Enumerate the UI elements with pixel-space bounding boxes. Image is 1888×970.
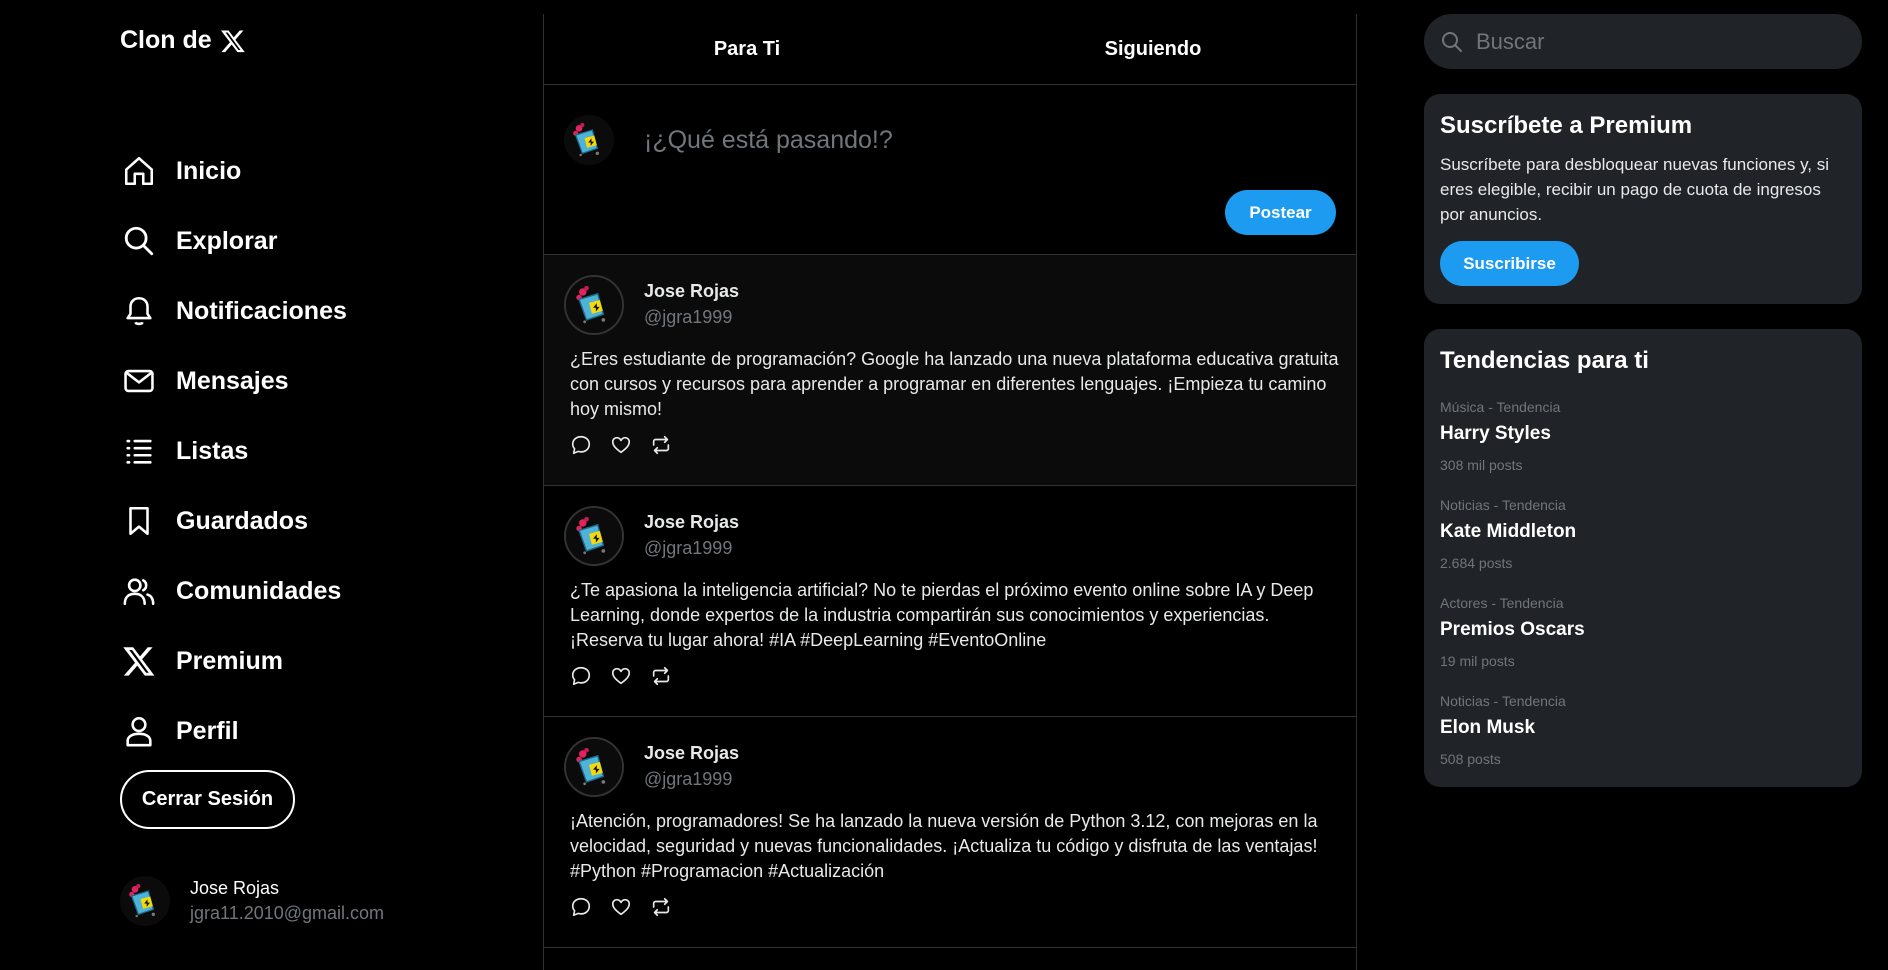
home-icon <box>120 152 158 190</box>
tweet-actions <box>570 434 672 456</box>
repost-icon[interactable] <box>650 434 672 456</box>
x-logo-icon <box>120 642 158 680</box>
avatar[interactable] <box>564 506 624 566</box>
brand-title: Clon de <box>120 26 212 54</box>
nav-item-inicio[interactable]: Inicio <box>120 136 347 206</box>
trend-count: 2.684 posts <box>1440 555 1513 571</box>
nav-label: Mensajes <box>176 366 289 395</box>
trend-count: 308 mil posts <box>1440 457 1523 473</box>
trend-category: Noticias - Tendencia <box>1440 693 1566 709</box>
trend-count: 508 posts <box>1440 751 1501 767</box>
trend-item[interactable]: Noticias - Tendencia Elon Musk 508 posts <box>1440 693 1846 767</box>
trend-name: Premios Oscars <box>1440 619 1585 640</box>
avatar <box>120 876 170 926</box>
tweet[interactable]: Jose Rojas @jgra1999 ¡Atención, programa… <box>544 717 1356 948</box>
nav-item-guardados[interactable]: Guardados <box>120 486 347 556</box>
nav-label: Guardados <box>176 506 308 535</box>
right-sidebar: Suscríbete a Premium Suscríbete para des… <box>1424 14 1862 787</box>
nav-label: Perfil <box>176 716 239 745</box>
nav-item-premium[interactable]: Premium <box>120 626 347 696</box>
tweet-text: ¿Eres estudiante de programación? Google… <box>570 349 1339 419</box>
nav-label: Explorar <box>176 226 278 255</box>
reply-icon[interactable] <box>570 896 592 918</box>
sidebar: Clon de Inicio Explorar Notificaciones M… <box>0 0 543 970</box>
user-icon <box>120 712 158 750</box>
trend-item[interactable]: Actores - Tendencia Premios Oscars 19 mi… <box>1440 595 1846 669</box>
heart-icon[interactable] <box>610 434 632 456</box>
nav-label: Listas <box>176 436 249 465</box>
list-icon <box>120 432 158 470</box>
profile-card[interactable]: Jose Rojas jgra11.2010@gmail.com <box>120 876 384 926</box>
brand[interactable]: Clon de <box>120 26 246 55</box>
timeline: Para Ti Siguiendo Postear Jose Rojas @jg… <box>543 14 1357 970</box>
trends-title: Tendencias para ti <box>1440 347 1649 374</box>
nav-item-comunidades[interactable]: Comunidades <box>120 556 347 626</box>
search-icon <box>120 222 158 260</box>
search-input[interactable] <box>1476 28 1836 55</box>
subscribe-button[interactable]: Suscribirse <box>1440 241 1579 286</box>
tweet[interactable]: Jose Rojas @jgra1999 ¿Eres estudiante de… <box>544 255 1356 486</box>
tweet-author-name[interactable]: Jose Rojas <box>644 512 739 533</box>
nav-item-notificaciones[interactable]: Notificaciones <box>120 276 347 346</box>
tweet-author-name[interactable]: Jose Rojas <box>644 281 739 302</box>
composer-input[interactable] <box>644 115 1324 165</box>
logout-button[interactable]: Cerrar Sesión <box>120 770 295 829</box>
timeline-tabs: Para Ti Siguiendo <box>544 14 1356 85</box>
trend-category: Noticias - Tendencia <box>1440 497 1566 513</box>
avatar <box>564 115 614 165</box>
tweet-actions <box>570 665 672 687</box>
tweet-author-handle[interactable]: @jgra1999 <box>644 538 732 559</box>
heart-icon[interactable] <box>610 665 632 687</box>
nav-menu: Inicio Explorar Notificaciones Mensajes … <box>120 136 347 766</box>
profile-email: jgra11.2010@gmail.com <box>190 903 385 923</box>
post-button[interactable]: Postear <box>1225 190 1336 235</box>
tweet[interactable]: Jose Rojas @jgra1999 ¿Te apasiona la int… <box>544 486 1356 717</box>
heart-icon[interactable] <box>610 896 632 918</box>
premium-card: Suscríbete a Premium Suscríbete para des… <box>1424 94 1862 304</box>
trend-category: Música - Tendencia <box>1440 399 1561 415</box>
mail-icon <box>120 362 158 400</box>
tab-para-ti[interactable]: Para Ti <box>544 14 950 84</box>
nav-item-listas[interactable]: Listas <box>120 416 347 486</box>
nav-item-perfil[interactable]: Perfil <box>120 696 347 766</box>
nav-label: Notificaciones <box>176 296 347 325</box>
avatar[interactable] <box>564 275 624 335</box>
trend-count: 19 mil posts <box>1440 653 1515 669</box>
tweet-text: ¡Atención, programadores! Se ha lanzado … <box>570 811 1318 881</box>
tweet-author-handle[interactable]: @jgra1999 <box>644 307 732 328</box>
search-icon <box>1442 31 1462 52</box>
nav-item-mensajes[interactable]: Mensajes <box>120 346 347 416</box>
nav-label: Inicio <box>176 156 242 185</box>
tweet-text: ¿Te apasiona la inteligencia artificial?… <box>570 580 1314 650</box>
profile-name: Jose Rojas <box>190 878 280 898</box>
premium-title: Suscríbete a Premium <box>1440 112 1693 139</box>
people-icon <box>120 572 158 610</box>
premium-description: Suscríbete para desbloquear nuevas funci… <box>1440 155 1830 224</box>
x-logo-icon <box>220 29 245 52</box>
trend-name: Elon Musk <box>1440 717 1536 738</box>
tab-siguiendo[interactable]: Siguiendo <box>950 14 1356 84</box>
avatar[interactable] <box>564 737 624 797</box>
tweet-author-name[interactable]: Jose Rojas <box>644 743 739 764</box>
reply-icon[interactable] <box>570 434 592 456</box>
repost-icon[interactable] <box>650 665 672 687</box>
reply-icon[interactable] <box>570 665 592 687</box>
trends-card: Tendencias para ti Música - Tendencia Ha… <box>1424 329 1862 787</box>
trend-category: Actores - Tendencia <box>1440 595 1564 611</box>
bookmark-icon <box>120 502 158 540</box>
search-bar[interactable] <box>1424 14 1862 69</box>
repost-icon[interactable] <box>650 896 672 918</box>
nav-label: Comunidades <box>176 576 342 605</box>
nav-item-explorar[interactable]: Explorar <box>120 206 347 276</box>
post-composer: Postear <box>544 85 1356 255</box>
trend-item[interactable]: Música - Tendencia Harry Styles 308 mil … <box>1440 399 1846 473</box>
tweet-actions <box>570 896 672 918</box>
trend-name: Kate Middleton <box>1440 521 1577 542</box>
tweet-author-handle[interactable]: @jgra1999 <box>644 769 732 790</box>
trend-item[interactable]: Noticias - Tendencia Kate Middleton 2.68… <box>1440 497 1846 571</box>
bell-icon <box>120 292 158 330</box>
trend-name: Harry Styles <box>1440 423 1551 444</box>
nav-label: Premium <box>176 646 283 675</box>
